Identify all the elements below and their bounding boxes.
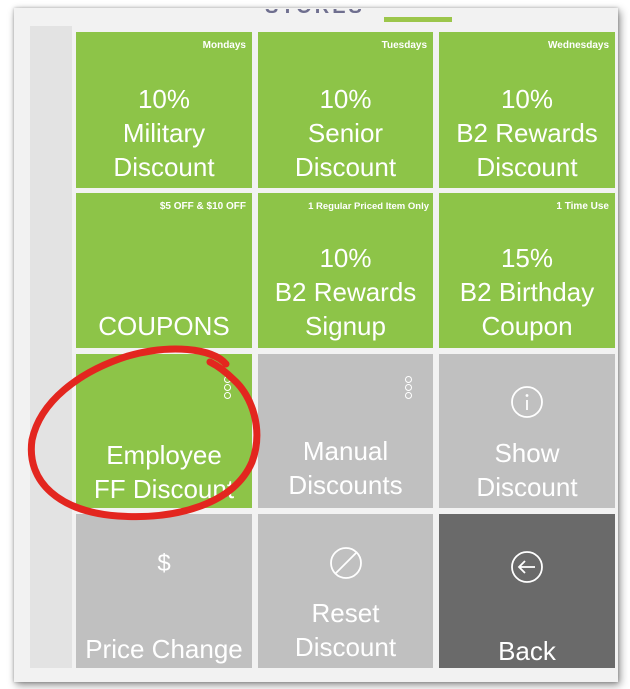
coupons-button[interactable]: $5 OFF & $10 OFF COUPONS: [76, 193, 252, 348]
dollar-icon: $: [157, 550, 171, 577]
tile-tag: $5 OFF & $10 OFF: [159, 201, 246, 212]
more-options-icon: [224, 376, 234, 400]
tile-line: Discount: [294, 152, 397, 182]
back-button[interactable]: Back: [439, 514, 615, 668]
tile-tag: Tuesdays: [381, 40, 427, 51]
tile-line: B2 Rewards: [274, 277, 417, 307]
tile-line: 10%: [319, 243, 372, 273]
tile-line: Show: [494, 438, 560, 468]
tile-line: Discount: [294, 632, 397, 662]
more-options-icon: [405, 376, 415, 400]
tile-line: FF Discount: [93, 474, 235, 504]
tile-line: Coupon: [481, 311, 573, 341]
reset-discount-button[interactable]: Reset Discount: [258, 514, 433, 668]
side-strip: [30, 26, 72, 668]
manual-discounts-button[interactable]: Manual Discounts: [258, 354, 433, 508]
tile-line: Military: [122, 118, 206, 148]
tile-line: 10%: [319, 84, 372, 114]
tile-line: Senior: [307, 118, 384, 148]
header-accent-bar: [384, 17, 452, 22]
prohibited-icon: [258, 544, 433, 582]
employee-ff-discount-button[interactable]: Employee FF Discount: [76, 354, 252, 508]
senior-discount-button[interactable]: Tuesdays 10% Senior Discount: [258, 32, 433, 188]
military-discount-button[interactable]: Mondays 10% Military Discount: [76, 32, 252, 188]
tile-line: B2 Birthday: [459, 277, 595, 307]
tile-line: Price Change: [85, 634, 243, 664]
tile-line: Reset: [311, 598, 380, 628]
info-icon: [439, 384, 615, 420]
b2-rewards-signup-button[interactable]: 1 Regular Priced Item Only 10% B2 Reward…: [258, 193, 433, 348]
tile-tag: 1 Regular Priced Item Only: [308, 201, 429, 212]
tile-line: 10%: [137, 84, 191, 114]
tile-tag: 1 Time Use: [556, 201, 609, 212]
tile-line: Employee: [106, 440, 222, 470]
b2-rewards-discount-button[interactable]: Wednesdays 10% B2 Rewards Discount: [439, 32, 615, 188]
tile-line: COUPONS: [98, 311, 230, 341]
tile-line: Discount: [476, 152, 578, 182]
tile-line: 10%: [500, 84, 554, 114]
header-title-partial: STORES: [265, 9, 365, 19]
tile-line: Manual: [302, 436, 389, 466]
tile-tag: Mondays: [202, 40, 246, 51]
tile-tag: Wednesdays: [548, 40, 609, 51]
tile-line: Discounts: [288, 470, 403, 500]
tile-line: Back: [498, 636, 556, 666]
tile-line: Discount: [476, 472, 578, 502]
tile-line: 15%: [500, 243, 554, 273]
tile-line: B2 Rewards: [456, 118, 598, 148]
tile-line: Signup: [305, 311, 386, 341]
tile-line: Discount: [113, 152, 215, 182]
b2-birthday-coupon-button[interactable]: 1 Time Use 15% B2 Birthday Coupon: [439, 193, 615, 348]
back-arrow-icon: [439, 548, 615, 586]
show-discount-button[interactable]: Show Discount: [439, 354, 615, 508]
price-change-button[interactable]: $ Price Change: [76, 514, 252, 668]
